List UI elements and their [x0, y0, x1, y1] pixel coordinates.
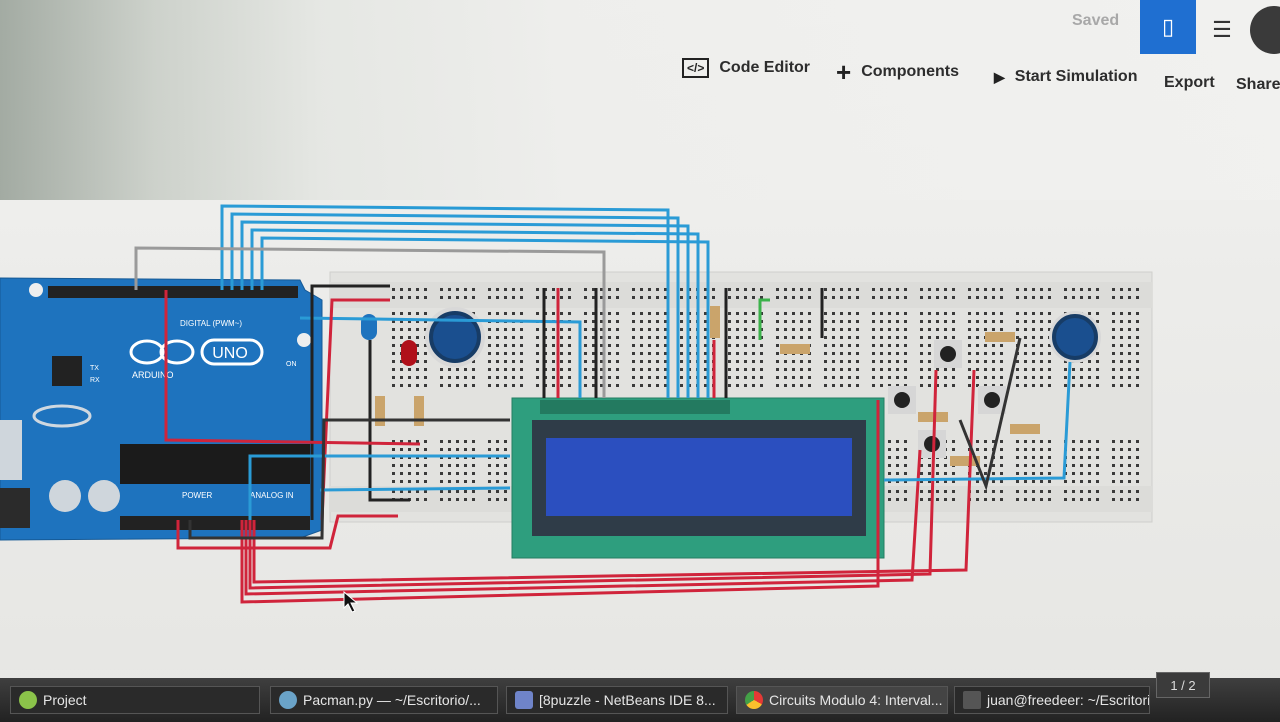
digital-label: DIGITAL (PWM~) [180, 319, 242, 328]
toolbar: Saved ▯ ☰ </> Code Editor + Components ▶… [0, 0, 1280, 110]
potentiometer[interactable] [425, 307, 485, 367]
avatar[interactable] [1250, 6, 1280, 54]
taskbar-item[interactable]: Pacman.py — ~/Escritorio/... [270, 686, 498, 714]
chip-icon: ▯ [1161, 14, 1175, 39]
taskbar-item[interactable]: Project [10, 686, 260, 714]
code-editor-label: Code Editor [719, 59, 811, 76]
saved-status: Saved [1072, 12, 1120, 29]
export-button[interactable]: Export [1164, 74, 1215, 92]
play-icon: ▶ [994, 68, 1005, 85]
app-icon [19, 691, 37, 709]
editor-icon [279, 691, 297, 709]
taskbar-item-label: [8puzzle - NetBeans IDE 8... [539, 692, 716, 708]
screen: Saved ▯ ☰ </> Code Editor + Components ▶… [0, 0, 1280, 722]
plus-icon: + [836, 57, 852, 87]
board-model-label: UNO [212, 345, 248, 362]
lcd-display[interactable] [511, 397, 885, 559]
list-icon: ☰ [1212, 17, 1232, 42]
netbeans-icon [515, 691, 533, 709]
taskbar-item-label: Pacman.py — ~/Escritorio/... [303, 692, 481, 708]
analog-label: ANALOG IN [250, 491, 294, 500]
share-label: Share [1236, 76, 1280, 93]
rx-label: RX [90, 377, 100, 384]
taskbar-item[interactable]: [8puzzle - NetBeans IDE 8... [506, 686, 728, 714]
workspace-pager[interactable]: 1 / 2 [1156, 672, 1210, 698]
code-editor-button[interactable]: </> Code Editor [682, 58, 810, 78]
components-button[interactable]: + Components [836, 57, 959, 87]
tx-label: TX [90, 365, 99, 372]
taskbar-item[interactable]: Circuits Modulo 4: Interval... [736, 686, 948, 714]
taskbar-item-label: Circuits Modulo 4: Interval... [769, 692, 943, 708]
on-label: ON [286, 361, 297, 368]
taskbar: Project Pacman.py — ~/Escritorio/... [8p… [0, 678, 1280, 722]
code-icon: </> [682, 58, 710, 78]
start-simulation-button[interactable]: ▶ Start Simulation [994, 68, 1137, 86]
circuit-canvas[interactable]: UNO ARDUINO DIGITAL (PWM~) POWER ANALOG … [0, 180, 1280, 620]
led-red[interactable] [401, 340, 417, 366]
mouse-cursor-icon [343, 590, 359, 613]
taskbar-item-label: juan@freedeer: ~/Escritori... [987, 692, 1150, 708]
chrome-icon [745, 691, 763, 709]
potentiometer[interactable] [1049, 311, 1101, 363]
share-button[interactable]: Share [1236, 76, 1280, 94]
start-simulation-label: Start Simulation [1014, 68, 1138, 85]
export-label: Export [1164, 74, 1215, 91]
taskbar-item[interactable]: juan@freedeer: ~/Escritori... [954, 686, 1150, 714]
component-list-button[interactable]: ☰ [1200, 8, 1244, 52]
workspace-pager-label: 1 / 2 [1170, 677, 1196, 693]
arduino-board[interactable]: UNO ARDUINO DIGITAL (PWM~) POWER ANALOG … [0, 277, 323, 541]
components-label: Components [861, 63, 959, 80]
design-view-button[interactable]: ▯ [1140, 0, 1196, 54]
taskbar-item-label: Project [43, 692, 87, 708]
power-label: POWER [182, 491, 212, 500]
terminal-icon [963, 691, 981, 709]
